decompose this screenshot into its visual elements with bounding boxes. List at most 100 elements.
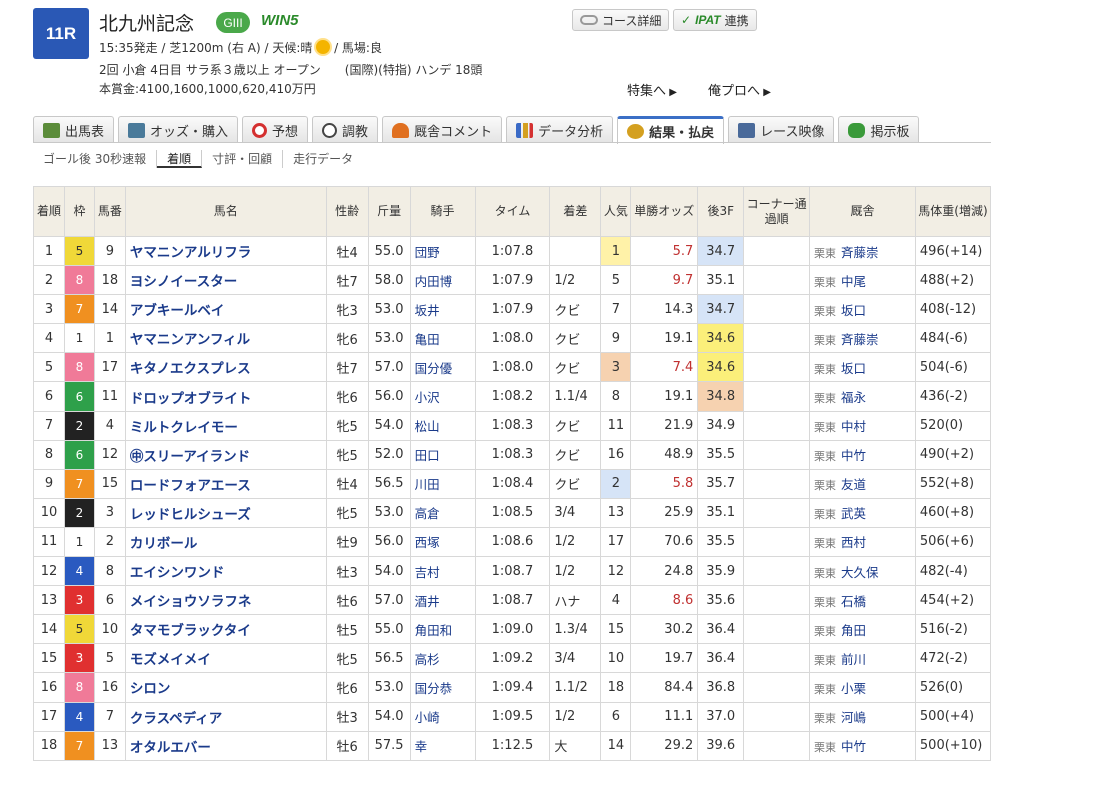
trainer-cell: 栗東 友道 bbox=[809, 468, 916, 499]
rank-cell: 15 bbox=[33, 643, 65, 674]
col-horse-number[interactable]: 馬番 bbox=[93, 186, 126, 237]
trainer-link[interactable]: 中尾 bbox=[841, 274, 866, 289]
tab-training[interactable]: 調教 bbox=[312, 116, 379, 143]
trainer-link[interactable]: 友道 bbox=[841, 477, 866, 492]
horse-name-link[interactable]: ヤマニンアルリフラ bbox=[124, 235, 327, 267]
subtab-goal-flash[interactable]: ゴール後 30秒速報 bbox=[33, 150, 158, 168]
tab-results[interactable]: 結果・払戻 bbox=[617, 116, 725, 144]
ipat-link-button[interactable]: ✓ IPAT 連携 bbox=[673, 9, 757, 31]
last-3f-cell: 36.4 bbox=[697, 643, 745, 674]
jockey-link[interactable]: 高杉 bbox=[409, 643, 476, 674]
tab-odds[interactable]: オッズ・購入 bbox=[118, 116, 239, 143]
time-cell: 1:08.6 bbox=[474, 526, 551, 558]
tab-race-video[interactable]: レース映像 bbox=[728, 116, 835, 143]
trainer-link[interactable]: 前川 bbox=[841, 652, 866, 667]
tab-data-analysis[interactable]: データ分析 bbox=[506, 116, 614, 143]
trainer-region: 栗東 bbox=[814, 304, 837, 318]
trainer-region: 栗東 bbox=[814, 333, 837, 347]
jockey-link[interactable]: 小崎 bbox=[409, 701, 476, 732]
trainer-link[interactable]: 坂口 bbox=[841, 303, 866, 318]
jockey-link[interactable]: 高倉 bbox=[409, 497, 476, 528]
time-cell: 1:08.7 bbox=[474, 585, 551, 616]
tab-entries[interactable]: 出馬表 bbox=[33, 116, 115, 143]
col-rank[interactable]: 着順 bbox=[33, 186, 65, 237]
weight-cell: 57.5 bbox=[367, 730, 411, 761]
jockey-link[interactable]: 田口 bbox=[409, 439, 476, 470]
horse-name-link[interactable]: レッドヒルシューズ bbox=[124, 497, 327, 528]
horse-name-link[interactable]: オタルエバー bbox=[124, 730, 327, 761]
subtab-running-data[interactable]: 走行データ bbox=[283, 150, 363, 168]
trainer-link[interactable]: 斉藤崇 bbox=[841, 332, 879, 347]
horse-name-link[interactable]: ㊥スリーアイランド bbox=[124, 439, 327, 470]
subtab-order[interactable]: 着順 bbox=[157, 150, 203, 168]
jockey-link[interactable]: 亀田 bbox=[409, 323, 476, 354]
trainer-link[interactable]: 斉藤崇 bbox=[841, 245, 879, 260]
last-3f-cell: 35.1 bbox=[697, 265, 745, 296]
col-time: タイム bbox=[474, 186, 551, 237]
horse-name-link[interactable]: モズメイメイ bbox=[124, 643, 327, 674]
horse-name-link[interactable]: ヤマニンアンフィル bbox=[124, 323, 327, 354]
horse-name-link[interactable]: メイショウソラフネ bbox=[124, 585, 327, 616]
col-popularity[interactable]: 人気 bbox=[600, 186, 632, 237]
horse-name-link[interactable]: タマモブラックタイ bbox=[124, 614, 327, 645]
jockey-link[interactable]: 酒井 bbox=[409, 585, 476, 616]
win5-logo[interactable]: WIN5 bbox=[261, 12, 299, 29]
horse-name-link[interactable]: ヨシノイースター bbox=[124, 265, 327, 296]
course-detail-button[interactable]: コース詳細 bbox=[572, 9, 670, 31]
waku-cell: 5 bbox=[63, 235, 95, 267]
popularity-cell: 14 bbox=[600, 730, 632, 761]
trainer-link[interactable]: 坂口 bbox=[841, 361, 866, 376]
subtab-review[interactable]: 寸評・回顧 bbox=[202, 150, 284, 168]
horse-name-link[interactable]: アブキールベイ bbox=[124, 294, 327, 325]
jockey-link[interactable]: 国分優 bbox=[409, 352, 476, 383]
horse-name-link[interactable]: ミルトクレイモー bbox=[124, 410, 327, 441]
jockey-link[interactable]: 幸 bbox=[409, 730, 476, 761]
trainer-cell: 栗東 斉藤崇 bbox=[809, 235, 916, 267]
trainer-link[interactable]: 武英 bbox=[841, 506, 866, 521]
trainer-link[interactable]: 中竹 bbox=[841, 739, 866, 754]
corner-order-cell bbox=[743, 410, 811, 441]
horse-name-link[interactable]: シロン bbox=[124, 672, 327, 703]
time-cell: 1:09.4 bbox=[474, 672, 551, 703]
ore-pro-link[interactable]: 俺プロへ ▶ bbox=[708, 80, 771, 99]
col-win-odds[interactable]: 単勝オッズ bbox=[630, 186, 699, 237]
horse-name-link[interactable]: キタノエクスプレス bbox=[124, 352, 327, 383]
sex-age-cell: 牡7 bbox=[325, 265, 369, 296]
trainer-link[interactable]: 大久保 bbox=[841, 565, 879, 580]
corner-order-cell bbox=[743, 497, 811, 528]
horse-name-link[interactable]: ドロップオブライト bbox=[124, 381, 327, 412]
horse-name-link[interactable]: カリボール bbox=[124, 526, 327, 558]
jockey-link[interactable]: 坂井 bbox=[409, 294, 476, 325]
col-last-3f[interactable]: 後3F bbox=[697, 186, 745, 237]
col-waku[interactable]: 枠 bbox=[63, 186, 95, 237]
last-3f-cell: 34.8 bbox=[697, 381, 745, 412]
trainer-link[interactable]: 石橋 bbox=[841, 594, 866, 609]
horse-name-link[interactable]: クラスペディア bbox=[124, 701, 327, 732]
jockey-link[interactable]: 内田博 bbox=[409, 265, 476, 296]
tab-prediction[interactable]: 予想 bbox=[242, 116, 309, 143]
horse-name-link[interactable]: ロードフォアエース bbox=[124, 468, 327, 499]
jockey-link[interactable]: 角田和 bbox=[409, 614, 476, 645]
jockey-link[interactable]: 西塚 bbox=[409, 526, 476, 558]
trainer-link[interactable]: 中村 bbox=[841, 419, 866, 434]
trainer-link[interactable]: 角田 bbox=[841, 623, 866, 638]
rank-cell: 14 bbox=[33, 614, 65, 645]
special-link[interactable]: 特集へ ▶ bbox=[627, 80, 677, 99]
trainer-link[interactable]: 小栗 bbox=[841, 681, 866, 696]
ipat-check-icon: ✓ bbox=[681, 13, 692, 27]
body-weight-cell: 516(-2) bbox=[914, 614, 992, 645]
trainer-link[interactable]: 中竹 bbox=[841, 448, 866, 463]
jockey-link[interactable]: 国分恭 bbox=[409, 672, 476, 703]
trainer-link[interactable]: 河嶋 bbox=[841, 710, 866, 725]
jockey-link[interactable]: 団野 bbox=[409, 235, 476, 267]
jockey-link[interactable]: 小沢 bbox=[409, 381, 476, 412]
tab-board[interactable]: 掲示板 bbox=[838, 116, 920, 143]
jockey-link[interactable]: 松山 bbox=[409, 410, 476, 441]
trainer-link[interactable]: 西村 bbox=[841, 535, 866, 550]
jockey-link[interactable]: 吉村 bbox=[409, 556, 476, 587]
tab-stable-comment[interactable]: 厩舎コメント bbox=[382, 116, 503, 143]
trainer-link[interactable]: 福永 bbox=[841, 390, 866, 405]
horse-name-link[interactable]: エイシンワンド bbox=[124, 556, 327, 587]
trainer-cell: 栗東 中竹 bbox=[809, 730, 916, 761]
jockey-link[interactable]: 川田 bbox=[409, 468, 476, 499]
